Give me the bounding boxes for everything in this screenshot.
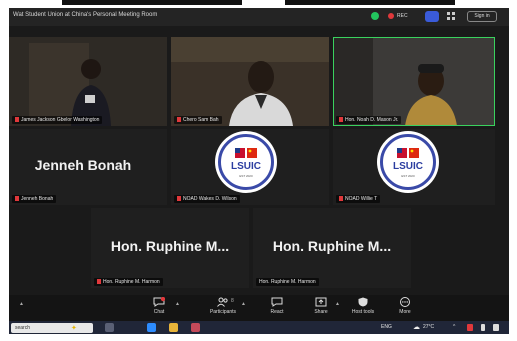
participant-display-name-7: Hon. Ruphine M...: [110, 238, 230, 254]
battery-icon[interactable]: [481, 324, 485, 331]
zoom-app-icon[interactable]: [147, 323, 156, 332]
muted-mic-icon: [339, 196, 343, 201]
logo-subtext: EST 2020: [401, 174, 415, 178]
participant-name-7: Hon. Ruphine M. Harmon: [94, 278, 163, 286]
system-tray-chevron-icon[interactable]: ^: [453, 324, 455, 330]
chat-chevron-icon[interactable]: ▲: [175, 301, 180, 307]
chat-label: Chat: [153, 309, 165, 315]
photos-app-icon[interactable]: [191, 323, 200, 332]
more-icon: [400, 297, 410, 307]
participants-button[interactable]: Participants: [203, 297, 243, 319]
host-tools-button[interactable]: Host tools: [343, 297, 383, 319]
edge-top-left: [62, 0, 242, 5]
lsuic-logo-avatar: LSUIC EST 2020: [215, 131, 277, 193]
participant-name-8: Hon. Ruphine M. Harmon: [256, 278, 319, 286]
edge-top-right: [285, 0, 455, 5]
participant-name-5: NOAD Wakes D. Wilson: [174, 195, 240, 203]
participants-icon: [217, 297, 228, 307]
participant-display-name-4: Jenneh Bonah: [34, 157, 132, 173]
chevron-up-icon[interactable]: ▲: [19, 301, 24, 307]
participant-name-1: James Jackson Gbelor Washington: [12, 116, 103, 124]
chat-icon: [153, 297, 165, 307]
muted-mic-icon: [97, 279, 101, 284]
logo-subtext: EST 2020: [239, 174, 253, 178]
input-language[interactable]: ENG: [381, 324, 392, 330]
participant-video-1: [9, 37, 167, 126]
participant-video-3: [333, 37, 495, 126]
muted-mic-icon: [15, 117, 19, 122]
photo-frame: Wat Student Union at China's Personal Me…: [0, 0, 517, 341]
recording-icon: [388, 13, 394, 19]
muted-mic-icon: [339, 117, 343, 122]
participants-count: 8: [231, 298, 234, 304]
host-tools-icon: [358, 297, 368, 307]
windows-taskbar: search ✦ ENG ☁ 27°C ^: [9, 321, 509, 334]
title-bar: Wat Student Union at China's Personal Me…: [9, 8, 509, 26]
sign-in-button[interactable]: Sign in: [467, 11, 497, 22]
share-chevron-icon[interactable]: ▲: [335, 301, 340, 307]
weather-icon: ☁: [413, 324, 420, 331]
security-tray-icon[interactable]: [467, 324, 473, 331]
participant-tile-1[interactable]: James Jackson Gbelor Washington: [9, 37, 167, 126]
participants-label: Participants: [209, 309, 237, 315]
sparkle-icon: ✦: [71, 325, 77, 332]
participant-tile-3[interactable]: Hon. Noah D. Mason Jr.: [333, 37, 495, 126]
participant-tile-2[interactable]: Chero Sam Bah: [171, 37, 329, 126]
share-icon: [315, 297, 327, 307]
flags-icon: [235, 148, 257, 158]
react-button[interactable]: React: [257, 297, 297, 319]
file-explorer-icon[interactable]: [169, 323, 178, 332]
participant-name-4: Jenneh Bonah: [12, 195, 57, 203]
more-label: More: [399, 309, 411, 315]
flags-icon: [397, 148, 419, 158]
zoom-window: Wat Student Union at China's Personal Me…: [9, 8, 509, 334]
participant-tile-4[interactable]: Jenneh Bonah Jenneh Bonah: [9, 129, 167, 205]
participant-name-2: Chero Sam Bah: [174, 116, 222, 124]
react-icon: [271, 297, 283, 307]
meeting-toolbar: ▲ Chat ▲ Participants 8 ▲ React Share ▲ …: [9, 295, 509, 321]
participant-tile-6[interactable]: LSUIC EST 2020 NOAD Willie T: [333, 129, 495, 205]
participants-chevron-icon[interactable]: ▲: [241, 301, 246, 307]
muted-mic-icon: [15, 196, 19, 201]
volume-icon[interactable]: [493, 324, 499, 331]
chat-button[interactable]: Chat: [139, 297, 179, 319]
muted-mic-icon: [177, 117, 181, 122]
host-tools-label: Host tools: [351, 309, 375, 315]
participant-name-3: Hon. Noah D. Mason Jr.: [336, 116, 402, 124]
more-button[interactable]: More: [385, 297, 425, 319]
participant-name-6: NOAD Willie T: [336, 195, 381, 203]
share-label: Share: [314, 309, 328, 315]
participant-video-2: [171, 37, 329, 126]
participant-tile-5[interactable]: LSUIC EST 2020 NOAD Wakes D. Wilson: [171, 129, 329, 205]
security-shield-icon[interactable]: [371, 12, 379, 20]
taskbar-search-text: search: [15, 325, 31, 331]
task-view-icon[interactable]: [105, 323, 114, 332]
weather-temperature[interactable]: 27°C: [423, 324, 434, 330]
meeting-title: Wat Student Union at China's Personal Me…: [13, 12, 158, 18]
logo-text: LSUIC: [231, 161, 261, 172]
recording-label: REC: [397, 13, 408, 19]
participant-display-name-8: Hon. Ruphine M...: [272, 238, 392, 254]
logo-text: LSUIC: [393, 161, 423, 172]
participant-tile-7[interactable]: Hon. Ruphine M... Hon. Ruphine M. Harmon: [91, 208, 249, 288]
muted-mic-icon: [177, 196, 181, 201]
gallery-grid-icon[interactable]: [447, 12, 456, 21]
taskbar-search-box[interactable]: search ✦: [11, 323, 93, 333]
react-label: React: [270, 309, 284, 315]
lsuic-logo-avatar: LSUIC EST 2020: [377, 131, 439, 193]
participant-tile-8[interactable]: Hon. Ruphine M... Hon. Ruphine M. Harmon: [253, 208, 411, 288]
view-options-button[interactable]: [425, 11, 439, 22]
